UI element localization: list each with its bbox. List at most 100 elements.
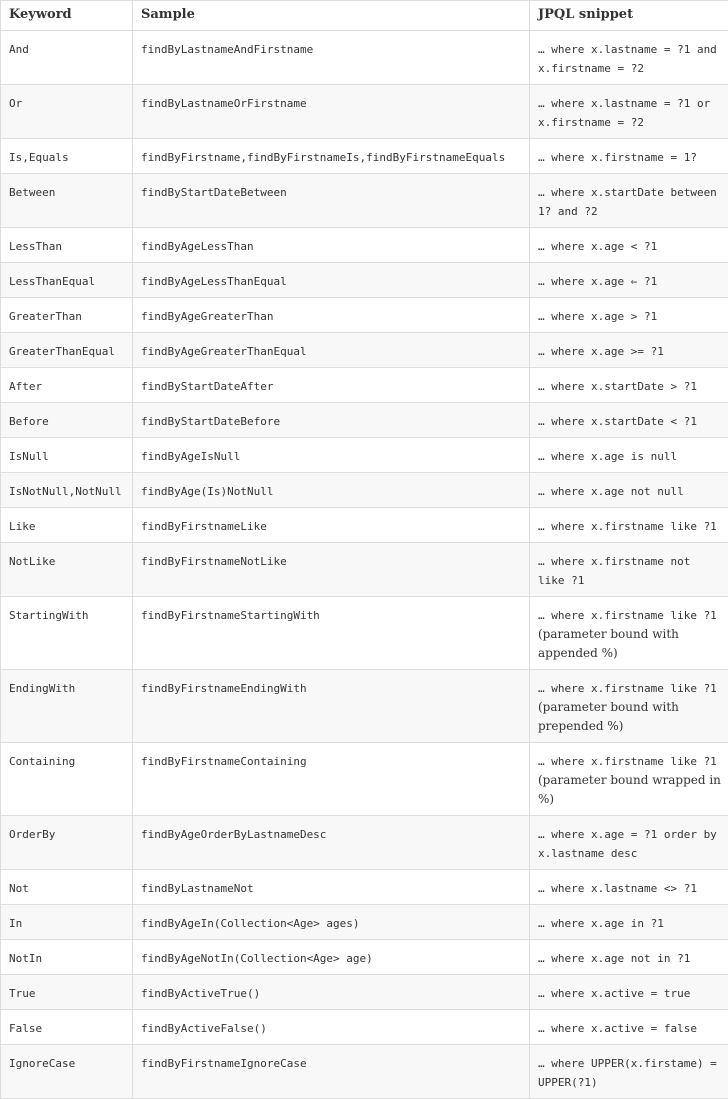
- table-row: NotfindByLastnameNot … where x.lastname <…: [1, 870, 728, 905]
- jpql-cell: … where x.age >= ?1: [530, 333, 728, 368]
- jpql-cell: … where x.firstname = 1?: [530, 139, 728, 174]
- jpql-cell: … where x.startDate < ?1: [530, 403, 728, 438]
- jpql-code: … where x.firstname like ?1: [538, 609, 717, 622]
- jpql-cell: … where x.age ⇐ ?1: [530, 263, 728, 298]
- sample-cell: findByAgeLessThanEqual: [133, 263, 530, 298]
- keyword-cell: Not: [1, 870, 133, 905]
- table-row: IsNullfindByAgeIsNull … where x.age is nu…: [1, 438, 728, 473]
- table-row: NotLikefindByFirstnameNotLike… where x.f…: [1, 543, 728, 597]
- keyword-cell: Like: [1, 508, 133, 543]
- keyword-cell: LessThanEqual: [1, 263, 133, 298]
- jpql-cell: … where x.age in ?1: [530, 905, 728, 940]
- keyword-cell: IgnoreCase: [1, 1045, 133, 1099]
- sample-cell: findByAgeGreaterThan: [133, 298, 530, 333]
- keyword-cell: After: [1, 368, 133, 403]
- sample-cell: findByAgeIsNull: [133, 438, 530, 473]
- keyword-cell: OrderBy: [1, 816, 133, 870]
- keyword-cell: NotLike: [1, 543, 133, 597]
- table-row: StartingWithfindByFirstnameStartingWith ……: [1, 597, 728, 670]
- jpql-cell: … where x.age not in ?1: [530, 940, 728, 975]
- keyword-cell: In: [1, 905, 133, 940]
- jpql-code: … where x.firstname like ?1: [538, 520, 717, 533]
- jpql-code: … where x.age < ?1: [538, 240, 657, 253]
- jpql-cell: … where x.active = false: [530, 1010, 728, 1045]
- jpql-cell: … where x.age < ?1: [530, 228, 728, 263]
- jpql-code: … where x.firstname = 1?: [538, 151, 697, 164]
- table-row: NotInfindByAgeNotIn(Collection<Age> age)…: [1, 940, 728, 975]
- sample-cell: findByLastnameNot: [133, 870, 530, 905]
- header-keyword: Keyword: [1, 1, 133, 31]
- jpql-code: … where x.active = false: [538, 1022, 697, 1035]
- keyword-cell: Between: [1, 174, 133, 228]
- table-row: FalsefindByActiveFalse()… where x.active…: [1, 1010, 728, 1045]
- jpql-code: … where x.firstname like ?1: [538, 755, 717, 768]
- jpql-cell: … where x.lastname <> ?1: [530, 870, 728, 905]
- sample-cell: findByFirstnameLike: [133, 508, 530, 543]
- keyword-table: Keyword Sample JPQL snippet AndfindByLas…: [0, 0, 728, 1099]
- keyword-cell: StartingWith: [1, 597, 133, 670]
- keyword-cell: EndingWith: [1, 670, 133, 743]
- keyword-cell: Is,Equals: [1, 139, 133, 174]
- sample-cell: findByFirstnameStartingWith: [133, 597, 530, 670]
- sample-cell: findByStartDateAfter: [133, 368, 530, 403]
- jpql-cell: … where x.startDate > ?1: [530, 368, 728, 403]
- jpql-cell: … where x.firstname like ?1 (parameter b…: [530, 670, 728, 743]
- table-row: LessThanEqualfindByAgeLessThanEqual … whe…: [1, 263, 728, 298]
- jpql-code: … where x.startDate > ?1: [538, 380, 697, 393]
- table-row: OrderByfindByAgeOrderByLastnameDesc… whe…: [1, 816, 728, 870]
- jpql-cell: … where UPPER(x.firstame) = UPPER(?1): [530, 1045, 728, 1099]
- jpql-cell: … where x.startDate between 1? and ?2: [530, 174, 728, 228]
- table-row: OrfindByLastnameOrFirstname… where x.las…: [1, 85, 728, 139]
- table-row: IgnoreCasefindByFirstnameIgnoreCase… whe…: [1, 1045, 728, 1099]
- sample-cell: findByAgeNotIn(Collection<Age> age): [133, 940, 530, 975]
- jpql-code: … where x.age = ?1 order by x.lastname d…: [538, 828, 717, 860]
- keyword-cell: IsNull: [1, 438, 133, 473]
- sample-cell: findByAgeGreaterThanEqual: [133, 333, 530, 368]
- header-row: Keyword Sample JPQL snippet: [1, 1, 728, 31]
- sample-cell: findByStartDateBetween: [133, 174, 530, 228]
- table-row: IsNotNull,NotNullfindByAge(Is)NotNull … w…: [1, 473, 728, 508]
- jpql-cell: … where x.age is null: [530, 438, 728, 473]
- table-row: EndingWithfindByFirstnameEndingWith… whe…: [1, 670, 728, 743]
- jpql-code: … where x.age in ?1: [538, 917, 664, 930]
- table-row: AfterfindByStartDateAfter … where x.start…: [1, 368, 728, 403]
- jpql-cell: … where x.active = true: [530, 975, 728, 1010]
- sample-cell: findByActiveFalse(): [133, 1010, 530, 1045]
- sample-cell: findByFirstnameEndingWith: [133, 670, 530, 743]
- keyword-cell: GreaterThanEqual: [1, 333, 133, 368]
- table-row: GreaterThanfindByAgeGreaterThan … where x…: [1, 298, 728, 333]
- table-row: LikefindByFirstnameLike … where x.firstna…: [1, 508, 728, 543]
- jpql-code: … where x.startDate < ?1: [538, 415, 697, 428]
- jpql-code: … where x.lastname <> ?1: [538, 882, 697, 895]
- jpql-code: … where x.age is null: [538, 450, 677, 463]
- jpql-code: … where x.firstname like ?1: [538, 682, 717, 695]
- sample-cell: findByAgeIn(Collection<Age> ages): [133, 905, 530, 940]
- jpql-cell: … where x.firstname like ?1: [530, 508, 728, 543]
- jpql-code: … where x.firstname not like ?1: [538, 555, 690, 587]
- jpql-cell: … where x.age > ?1: [530, 298, 728, 333]
- table-row: GreaterThanEqualfindByAgeGreaterThanEqua…: [1, 333, 728, 368]
- keyword-cell: Or: [1, 85, 133, 139]
- sample-cell: findByLastnameOrFirstname: [133, 85, 530, 139]
- keyword-cell: IsNotNull,NotNull: [1, 473, 133, 508]
- header-sample: Sample: [133, 1, 530, 31]
- sample-cell: findByActiveTrue(): [133, 975, 530, 1010]
- jpql-cell: … where x.age = ?1 order by x.lastname d…: [530, 816, 728, 870]
- keyword-cell: Containing: [1, 743, 133, 816]
- keyword-cell: NotIn: [1, 940, 133, 975]
- keyword-cell: GreaterThan: [1, 298, 133, 333]
- jpql-code: … where x.lastname = ?1 or x.firstname =…: [538, 97, 710, 129]
- jpql-cell: … where x.lastname = ?1 or x.firstname =…: [530, 85, 728, 139]
- jpql-note: (parameter bound with appended %): [538, 627, 679, 660]
- jpql-note: (parameter bound with prepended %): [538, 700, 679, 733]
- sample-cell: findByAge(Is)NotNull: [133, 473, 530, 508]
- jpql-code: … where x.age > ?1: [538, 310, 657, 323]
- table-row: ContainingfindByFirstnameContaining… whe…: [1, 743, 728, 816]
- jpql-code: … where x.age not null: [538, 485, 684, 498]
- sample-cell: findByLastnameAndFirstname: [133, 31, 530, 85]
- jpql-code: … where x.age ⇐ ?1: [538, 275, 657, 288]
- table-row: BeforefindByStartDateBefore… where x.sta…: [1, 403, 728, 438]
- keyword-cell: LessThan: [1, 228, 133, 263]
- table-row: AndfindByLastnameAndFirstname… where x.l…: [1, 31, 728, 85]
- sample-cell: findByFirstname,findByFirstnameIs,findBy…: [133, 139, 530, 174]
